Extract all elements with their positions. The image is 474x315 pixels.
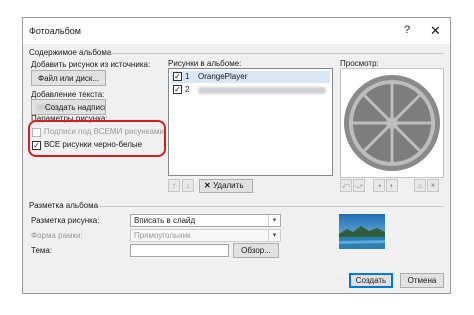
chevron-down-icon: ▾ (268, 215, 280, 226)
arrow-down-icon[interactable]: ↓ (182, 179, 194, 192)
list-item-name: OrangePlayer (198, 72, 248, 81)
frame-shape-value: Прямоугольник (134, 231, 191, 240)
list-item-index: 1 (185, 72, 190, 81)
help-button[interactable]: ? (404, 24, 410, 36)
theme-field[interactable] (130, 244, 229, 257)
layout-preview-thumbnail (339, 214, 385, 249)
cancel-button[interactable]: Отмена (400, 273, 444, 288)
rotate-left-icon[interactable]: ⤺ (340, 179, 352, 192)
brightness-up-icon[interactable]: ☼ (414, 179, 426, 192)
delete-icon: ✕ (204, 181, 211, 190)
picture-layout-label: Разметка рисунка: (31, 216, 100, 225)
arrow-up-icon[interactable]: ↑ (168, 179, 180, 192)
delete-label: Удалить (212, 181, 244, 190)
picture-layout-value: Вписать в слайд (134, 216, 196, 225)
new-caption-button-label: Создать надпись (45, 103, 106, 112)
preview-label: Просмотр: (340, 59, 379, 68)
new-caption-button[interactable]: Создать надпись (31, 99, 106, 115)
chevron-down-icon: ▾ (268, 230, 280, 241)
add-text-label: Добавление текста: (31, 90, 105, 99)
contrast-down-icon[interactable]: ◐ (386, 179, 398, 192)
theme-label: Тема: (31, 246, 53, 255)
browse-button[interactable]: Обзор... (233, 243, 279, 258)
list-item-index: 2 (185, 85, 190, 94)
list-item-checkbox[interactable]: ✓ (173, 72, 182, 81)
create-button[interactable]: Создать (349, 273, 393, 288)
album-layout-divider (98, 206, 444, 207)
orange-slice-image (344, 75, 440, 171)
delete-button[interactable]: ✕ Удалить (199, 179, 253, 193)
frame-shape-label: Форма рамки: (31, 231, 83, 240)
preview-pane (340, 68, 444, 178)
list-item-checkbox[interactable]: ✓ (173, 85, 182, 94)
frame-shape-select[interactable]: Прямоугольник ▾ (130, 229, 281, 242)
contrast-up-icon[interactable]: ◑ (373, 179, 385, 192)
add-from-label: Добавить рисунок из источника: (31, 60, 151, 69)
close-button[interactable]: ✕ (430, 23, 441, 39)
rotate-right-icon[interactable]: ⤻ (353, 179, 365, 192)
list-item[interactable]: ✓ 2 (171, 84, 330, 96)
title-bar: Фотоальбом ? ✕ (23, 18, 450, 44)
annotation-highlight (28, 120, 166, 157)
album-pictures-list[interactable]: ✓ 1 OrangePlayer ✓ 2 (168, 68, 333, 176)
album-content-divider (108, 53, 444, 54)
obscured-region (198, 87, 326, 94)
photo-album-dialog: Фотоальбом ? ✕ Содержимое альбома Добави… (22, 17, 451, 294)
picture-layout-select[interactable]: Вписать в слайд ▾ (130, 214, 281, 227)
album-layout-section-label: Разметка альбома (29, 201, 99, 210)
brightness-down-icon[interactable]: ☀ (427, 179, 439, 192)
album-pictures-label: Рисунки в альбоме: (168, 59, 242, 68)
file-disk-button[interactable]: Файл или диск... (31, 70, 106, 86)
album-content-section-label: Содержимое альбома (29, 48, 112, 57)
window-title: Фотоальбом (29, 26, 81, 36)
list-item[interactable]: ✓ 1 OrangePlayer (171, 71, 330, 83)
